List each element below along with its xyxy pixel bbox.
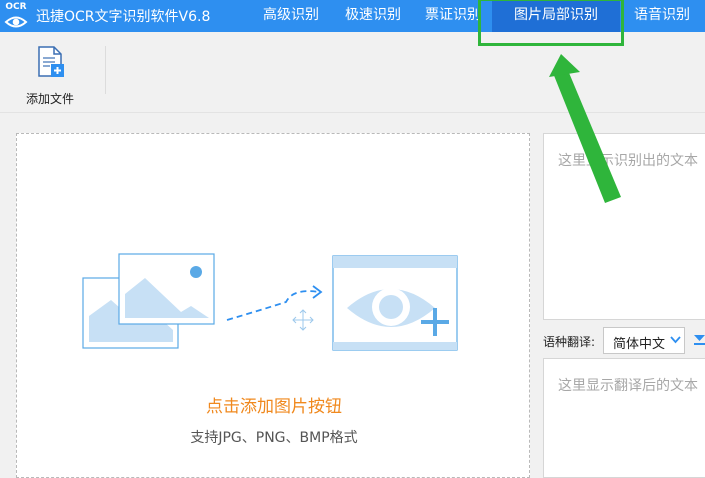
translation-result-textarea[interactable]: 这里显示翻译后的文本 [543, 358, 705, 478]
translation-placeholder: 这里显示翻译后的文本 [558, 378, 698, 394]
recognition-result-textarea[interactable]: 这里显示识别出的文本 [543, 133, 705, 320]
eye-icon [4, 16, 28, 28]
tab-label: 图片局部识别 [514, 7, 598, 23]
add-image-illustration [82, 253, 458, 351]
language-select[interactable]: 简体中文 [603, 327, 685, 354]
toolbar-divider [105, 46, 106, 94]
tab-label: 票证识别 [425, 7, 481, 23]
tab-partial-image-ocr[interactable]: 图片局部识别 [492, 0, 620, 32]
translate-language-label: 语种翻译: [543, 335, 596, 349]
translate-icon[interactable] [694, 334, 705, 346]
logo-text: OCR [5, 2, 27, 12]
add-file-icon [38, 46, 64, 77]
tab-voice-ocr[interactable]: 语音识别 [624, 0, 700, 32]
ocr-logo: OCR [3, 2, 29, 30]
chevron-down-icon [670, 336, 681, 344]
tab-fast-ocr[interactable]: 极速识别 [332, 0, 414, 32]
tab-label: 极速识别 [345, 7, 401, 23]
image-drop-zone[interactable]: 点击添加图片按钮 支持JPG、PNG、BMP格式 [16, 133, 530, 478]
drop-zone-title: 点击添加图片按钮 [206, 397, 342, 417]
selected-language: 简体中文 [613, 337, 666, 352]
result-placeholder: 这里显示识别出的文本 [558, 153, 698, 169]
tab-ticket-ocr[interactable]: 票证识别 [414, 0, 492, 32]
app-title: 迅捷OCR文字识别软件V6.8 [36, 9, 211, 25]
tab-label: 语音识别 [634, 7, 690, 23]
add-file-label: 添加文件 [25, 92, 74, 106]
toolbar: 添加文件 [0, 32, 705, 113]
tab-label: 高级识别 [263, 7, 319, 23]
title-bar: OCR 迅捷OCR文字识别软件V6.8 高级识别 极速识别 票证识别 图片局部识… [0, 0, 705, 32]
tab-advanced-ocr[interactable]: 高级识别 [250, 0, 332, 32]
add-file-button[interactable]: 添加文件 [16, 42, 84, 106]
drop-zone-formats: 支持JPG、PNG、BMP格式 [190, 430, 358, 446]
